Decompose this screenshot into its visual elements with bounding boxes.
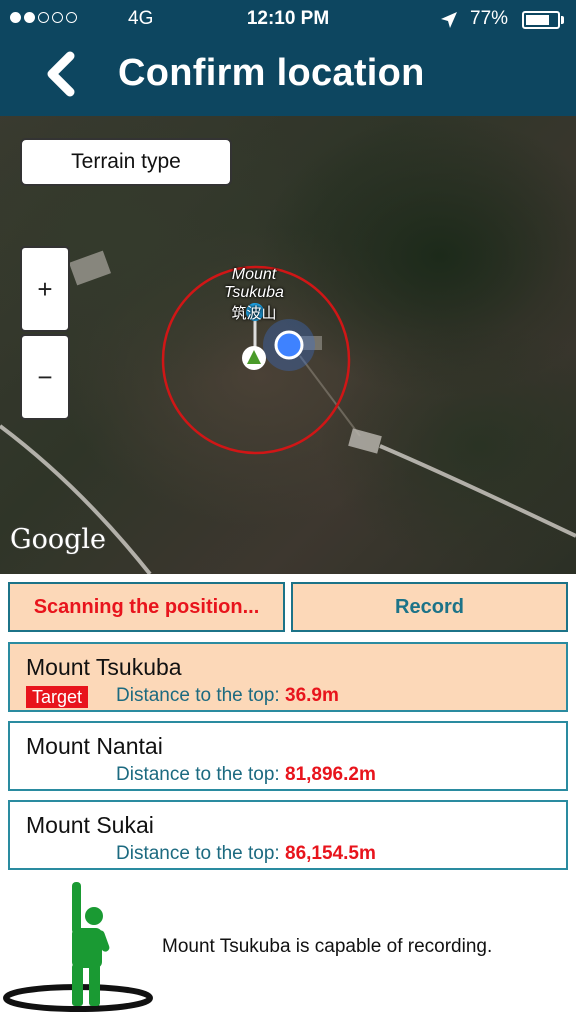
person-raising-hand-icon [3,882,153,1012]
place-label-line2: Tsukuba [224,284,284,301]
distance-label: Distance to the top: [116,843,280,864]
map-place-label: Mount Tsukuba 筑波山 [218,266,290,323]
current-location-dot [274,330,304,360]
mountain-name: Mount Tsukuba [26,654,182,680]
distance-label: Distance to the top: [116,685,280,706]
target-badge: Target [26,686,89,708]
zoom-out-button[interactable]: − [20,334,70,420]
place-label-line1: Mount [231,266,277,283]
place-label-line3: 筑波山 [231,305,277,322]
status-bar: 4G 12:10 PM 77% [0,0,576,38]
mountain-list-item[interactable]: Mount Nantai Distance to the top: 81,896… [8,721,568,791]
distance-value: 86,154.5m [285,843,376,864]
distance-info: Distance to the top: 36.9m [116,685,339,707]
distance-label: Distance to the top: [116,764,280,785]
google-attribution: Google [10,524,106,555]
mountain-list-item[interactable]: Mount Sukai Distance to the top: 86,154.… [8,800,568,870]
mountain-list-item[interactable]: Mount Tsukuba Target Distance to the top… [8,642,568,712]
record-button[interactable]: Record [291,582,568,632]
battery-tip [561,16,564,24]
recording-status-message: Mount Tsukuba is capable of recording. [162,936,493,957]
page-title: Confirm location [118,52,425,94]
mountain-name: Mount Sukai [26,812,154,838]
scanning-status-button[interactable]: Scanning the position... [8,582,285,632]
distance-info: Distance to the top: 86,154.5m [116,843,376,865]
battery-level [526,15,549,25]
chevron-left-icon [47,51,75,97]
map-view[interactable]: Terrain type + − Mount Tsukuba 筑波山 Googl… [0,116,576,574]
mountain-name: Mount Nantai [26,733,163,759]
location-arrow-icon [441,12,457,28]
battery-percent: 77% [470,8,509,29]
distance-value: 36.9m [285,685,339,706]
zoom-in-button[interactable]: + [20,246,70,332]
distance-info: Distance to the top: 81,896.2m [116,764,376,786]
app-header: 4G 12:10 PM 77% Confirm location [0,0,576,116]
terrain-type-button[interactable]: Terrain type [20,138,232,186]
battery-icon [522,11,560,29]
distance-value: 81,896.2m [285,764,376,785]
back-button[interactable] [40,50,86,98]
